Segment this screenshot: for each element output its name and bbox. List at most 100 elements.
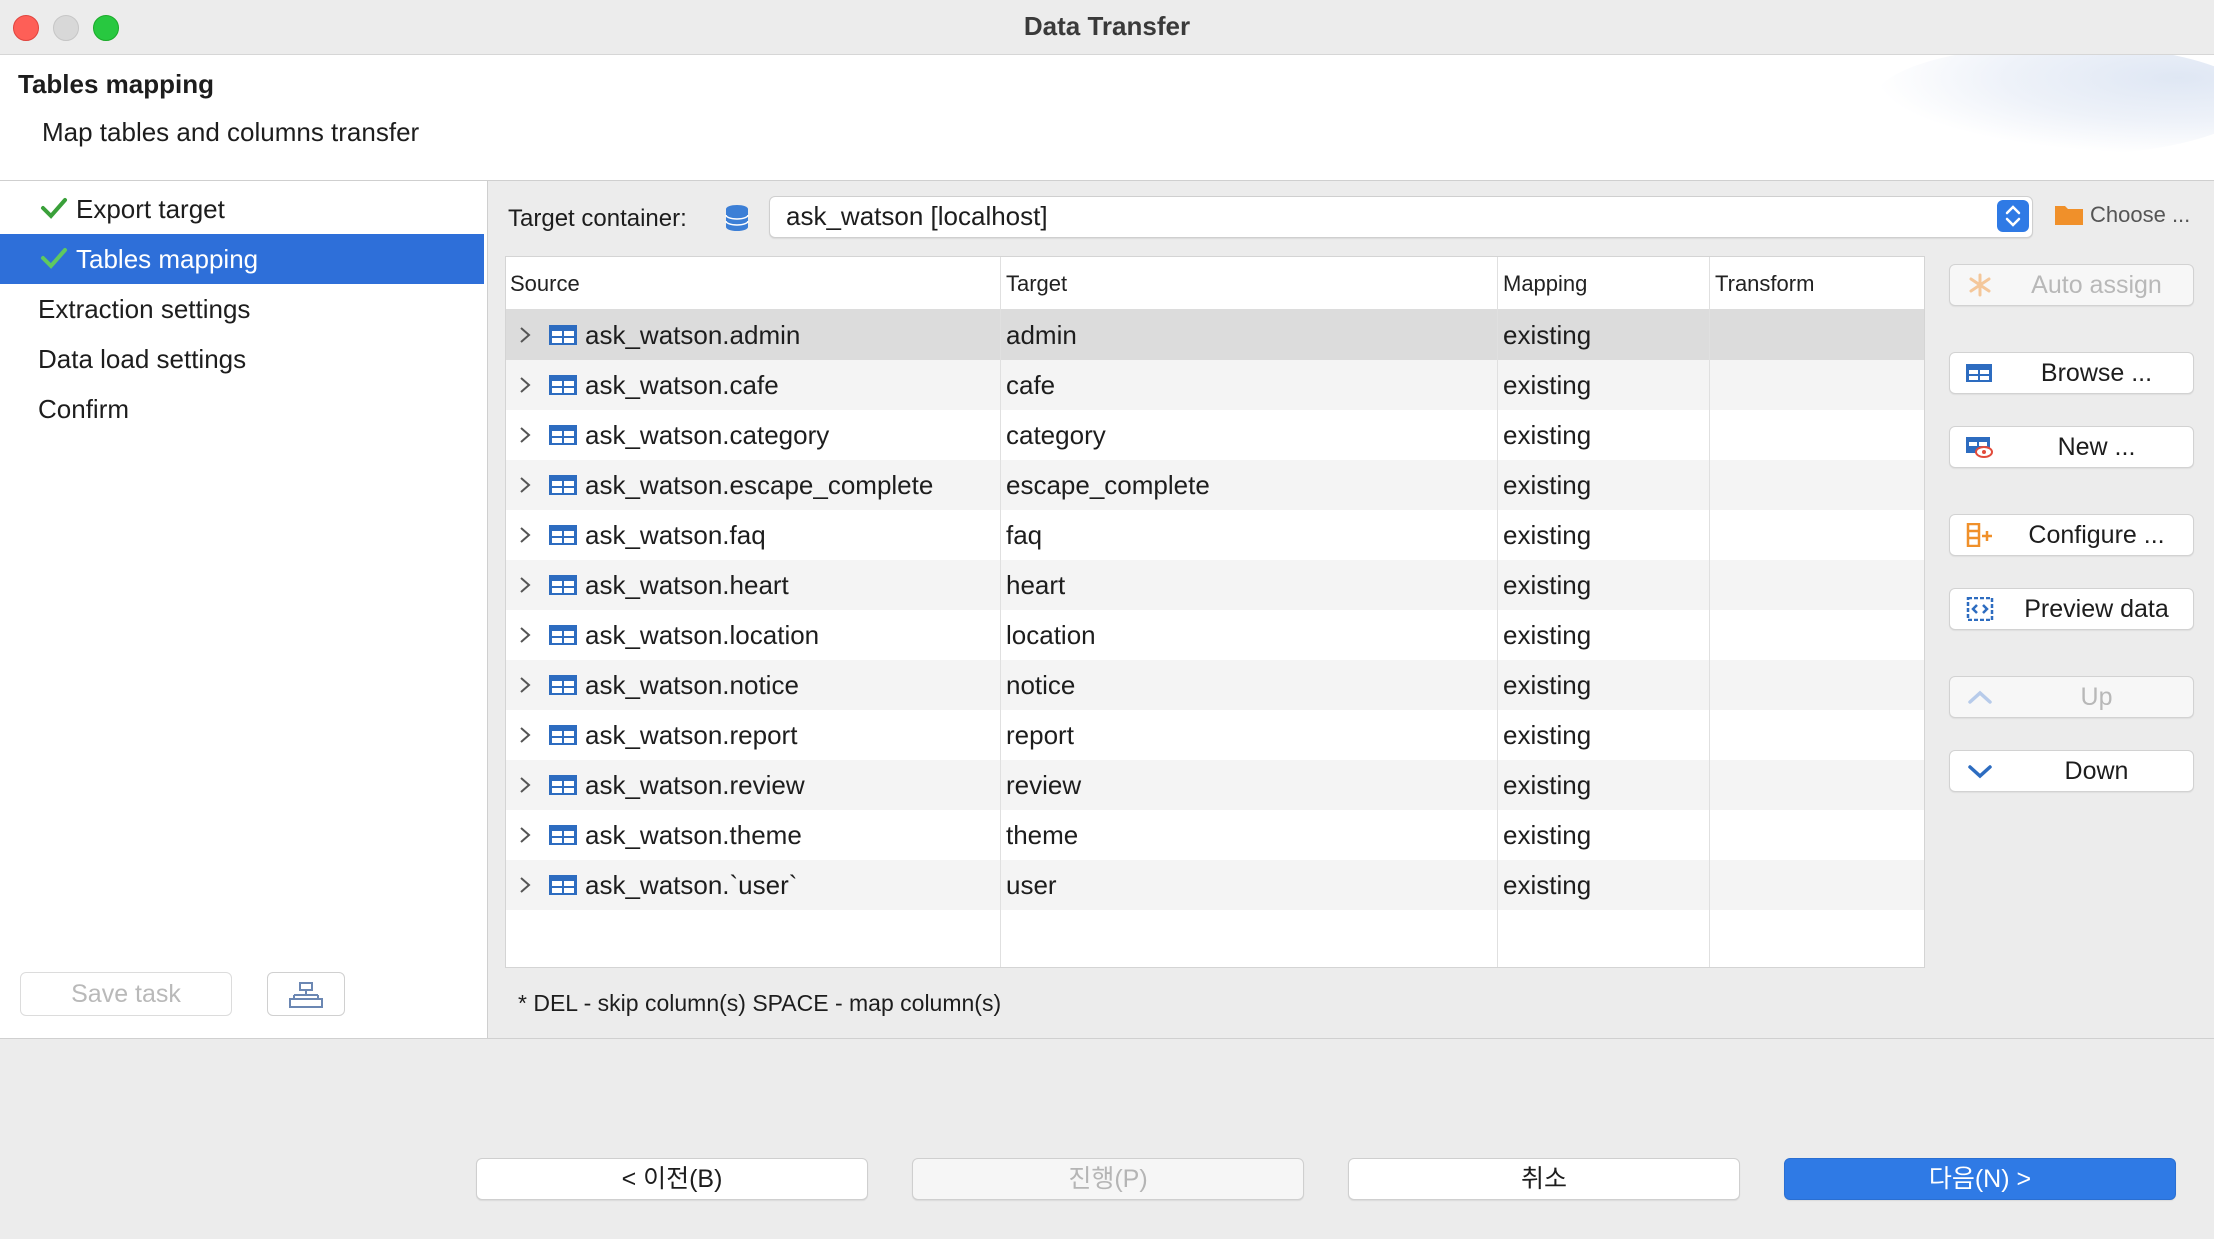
button-label: New ...	[2057, 433, 2136, 461]
source-cell: ask_watson.theme	[585, 820, 802, 850]
chevron-right-icon[interactable]	[518, 676, 532, 694]
chevron-right-icon[interactable]	[518, 326, 532, 344]
nav-item-data-load-settings[interactable]: Data load settings	[0, 334, 484, 384]
mapping-cell[interactable]: existing	[1503, 770, 1591, 801]
up-down-chevron-icon	[2005, 205, 2021, 227]
configure-button[interactable]: Configure ...	[1949, 514, 2194, 556]
auto-assign-button[interactable]: Auto assign	[1949, 264, 2194, 306]
back-button[interactable]: < 이전(B)	[476, 1158, 868, 1200]
source-cell: ask_watson.escape_complete	[585, 470, 934, 500]
table-row[interactable]: ask_watson.heart heart existing	[506, 560, 1924, 610]
mapping-cell[interactable]: existing	[1503, 320, 1591, 351]
table-row[interactable]: ask_watson.`user` user existing	[506, 860, 1924, 910]
select-stepper[interactable]	[1997, 200, 2029, 232]
column-header-transform[interactable]: Transform	[1715, 271, 1814, 297]
chevron-right-icon[interactable]	[518, 576, 532, 594]
source-cell: ask_watson.review	[585, 770, 805, 800]
table-icon	[549, 675, 577, 695]
mapping-cell[interactable]: existing	[1503, 670, 1591, 701]
configure-columns-icon	[1966, 523, 1992, 547]
browse-button[interactable]: Browse ...	[1949, 352, 2194, 394]
target-cell[interactable]: category	[1006, 420, 1106, 451]
table-row[interactable]: ask_watson.cafe cafe existing	[506, 360, 1924, 410]
chevron-right-icon[interactable]	[518, 876, 532, 894]
target-cell[interactable]: review	[1006, 770, 1081, 801]
source-cell: ask_watson.location	[585, 620, 820, 650]
mapping-cell[interactable]: existing	[1503, 420, 1591, 451]
button-label: Up	[2080, 683, 2113, 711]
new-button[interactable]: New ...	[1949, 426, 2194, 468]
table-row[interactable]: ask_watson.review review existing	[506, 760, 1924, 810]
chevron-right-icon[interactable]	[518, 526, 532, 544]
column-header-target[interactable]: Target	[1006, 271, 1067, 297]
source-cell: ask_watson.cafe	[585, 370, 779, 400]
window-title: Data Transfer	[1023, 11, 1191, 41]
page-title: Tables mapping	[18, 69, 214, 99]
table-icon	[549, 625, 577, 645]
table-row[interactable]: ask_watson.theme theme existing	[506, 810, 1924, 860]
target-cell[interactable]: escape_complete	[1006, 470, 1210, 501]
chevron-right-icon[interactable]	[518, 426, 532, 444]
target-cell[interactable]: theme	[1006, 820, 1078, 851]
preview-data-button[interactable]: Preview data	[1949, 588, 2194, 630]
table-row[interactable]: ask_watson.admin admin existing	[506, 310, 1924, 360]
mapping-table[interactable]: Source Target Mapping Transform ask_wats…	[505, 256, 1925, 968]
table-row[interactable]: ask_watson.report report existing	[506, 710, 1924, 760]
nav-item-confirm[interactable]: Confirm	[0, 384, 484, 434]
save-task-button[interactable]: Save task	[20, 972, 232, 1016]
mapping-cell[interactable]: existing	[1503, 720, 1591, 751]
button-label: Auto assign	[2031, 271, 2162, 299]
nav-item-label: Export target	[76, 194, 225, 224]
target-cell[interactable]: faq	[1006, 520, 1042, 551]
table-row[interactable]: ask_watson.escape_complete escape_complet…	[506, 460, 1924, 510]
nav-item-extraction-settings[interactable]: Extraction settings	[0, 284, 484, 334]
proceed-button[interactable]: 진행(P)	[912, 1158, 1304, 1200]
mapping-cell[interactable]: existing	[1503, 820, 1591, 851]
target-cell[interactable]: report	[1006, 720, 1074, 751]
mapping-cell[interactable]: existing	[1503, 570, 1591, 601]
choose-button[interactable]: Choose ...	[2054, 202, 2190, 228]
table-row[interactable]: ask_watson.notice notice existing	[506, 660, 1924, 710]
nav-item-tables-mapping[interactable]: Tables mapping	[0, 234, 484, 284]
title-bar: Data Transfer	[0, 0, 2214, 55]
table-row[interactable]: ask_watson.faq faq existing	[506, 510, 1924, 560]
task-icon-button[interactable]	[267, 972, 345, 1016]
next-button[interactable]: 다음(N) >	[1784, 1158, 2176, 1200]
source-cell: ask_watson.admin	[585, 320, 801, 350]
target-cell[interactable]: user	[1006, 870, 1057, 901]
nav-item-export-target[interactable]: Export target	[0, 184, 484, 234]
chevron-right-icon[interactable]	[518, 776, 532, 794]
source-cell: ask_watson.`user`	[585, 870, 798, 900]
column-header-source[interactable]: Source	[510, 271, 580, 297]
cancel-button[interactable]: 취소	[1348, 1158, 1740, 1200]
chevron-right-icon[interactable]	[518, 626, 532, 644]
chevron-right-icon[interactable]	[518, 726, 532, 744]
mapping-cell[interactable]: existing	[1503, 370, 1591, 401]
source-cell: ask_watson.faq	[585, 520, 766, 550]
target-cell[interactable]: notice	[1006, 670, 1075, 701]
table-row[interactable]: ask_watson.location location existing	[506, 610, 1924, 660]
column-divider	[1709, 257, 1710, 967]
column-header-mapping[interactable]: Mapping	[1503, 271, 1587, 297]
mapping-cell[interactable]: existing	[1503, 520, 1591, 551]
chevron-right-icon[interactable]	[518, 376, 532, 394]
button-label: Configure ...	[2028, 521, 2165, 549]
up-button[interactable]: Up	[1949, 676, 2194, 718]
target-cell[interactable]: heart	[1006, 570, 1065, 601]
table-icon	[1966, 364, 1992, 382]
header-decoration	[1874, 55, 2214, 155]
table-row[interactable]: ask_watson.category category existing	[506, 410, 1924, 460]
chevron-right-icon[interactable]	[518, 476, 532, 494]
asterisk-icon	[1969, 273, 1991, 297]
target-cell[interactable]: admin	[1006, 320, 1077, 351]
target-cell[interactable]: cafe	[1006, 370, 1055, 401]
mapping-cell[interactable]: existing	[1503, 870, 1591, 901]
target-container-select[interactable]: ask_watson [localhost]	[769, 196, 2033, 238]
chevron-right-icon[interactable]	[518, 826, 532, 844]
mapping-cell[interactable]: existing	[1503, 620, 1591, 651]
table-icon	[549, 325, 577, 345]
mapping-cell[interactable]: existing	[1503, 470, 1591, 501]
page-description: Map tables and columns transfer	[42, 117, 420, 147]
down-button[interactable]: Down	[1949, 750, 2194, 792]
target-cell[interactable]: location	[1006, 620, 1096, 651]
